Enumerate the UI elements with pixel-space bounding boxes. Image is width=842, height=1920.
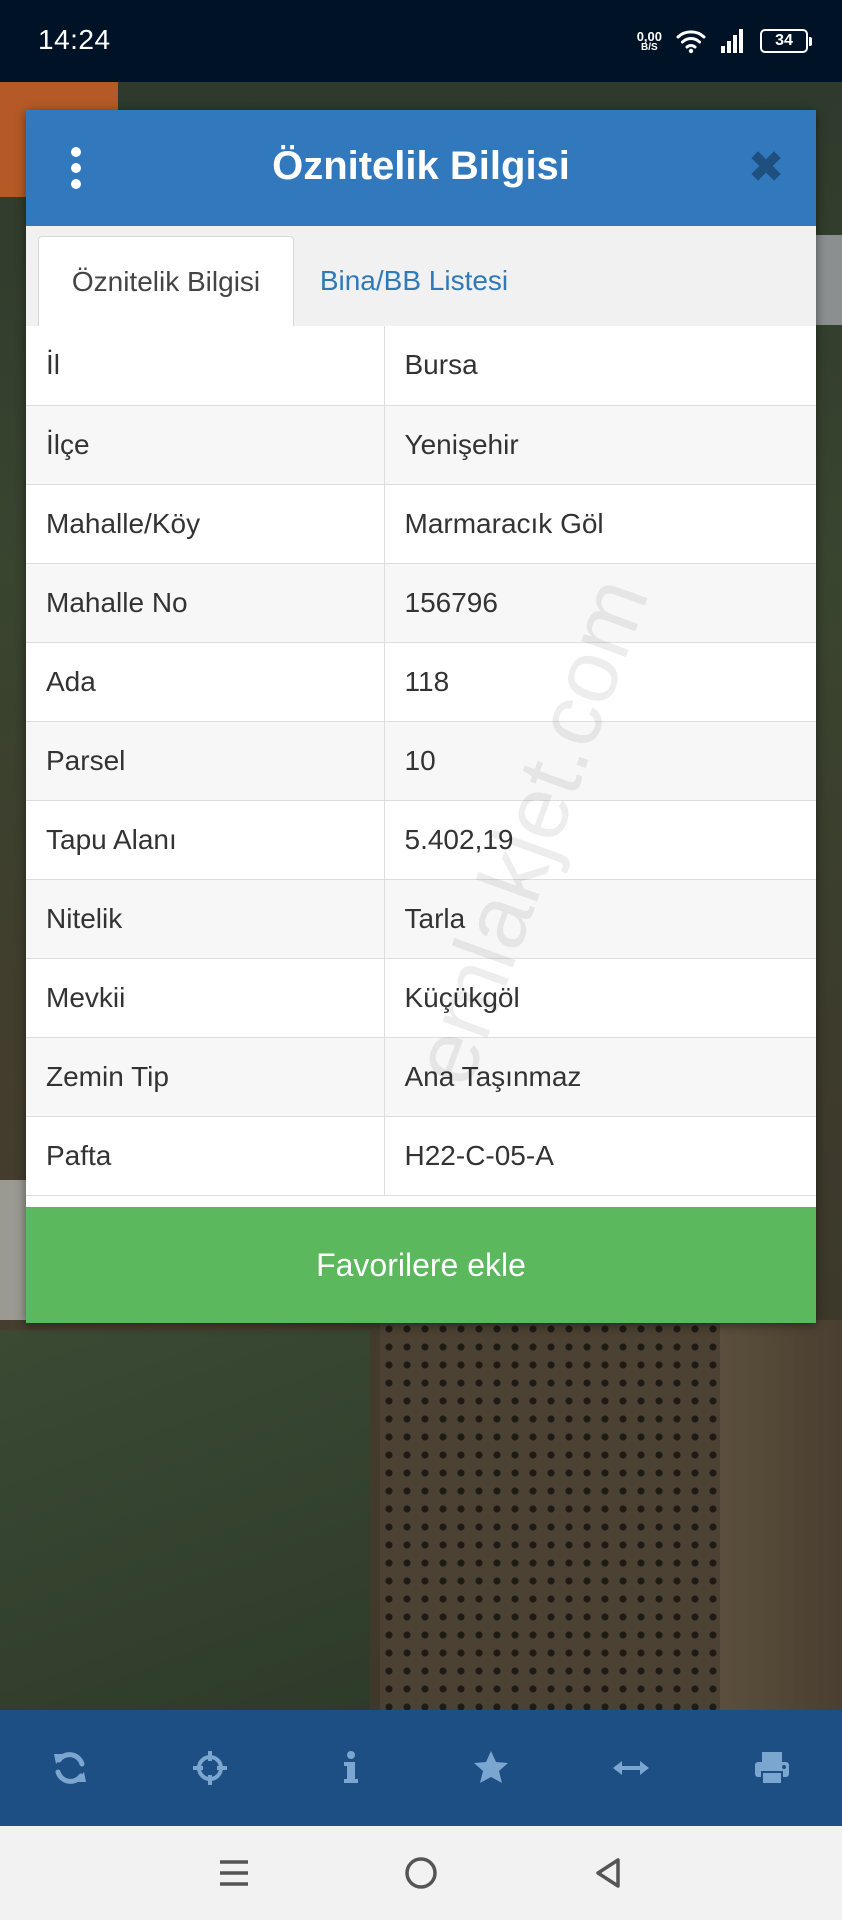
map-tile (0, 1330, 370, 1710)
table-row: İl Bursa (26, 326, 816, 406)
network-speed-unit: B/S (641, 41, 658, 53)
table-row: Parsel 10 (26, 721, 816, 801)
crosshair-icon[interactable] (180, 1738, 240, 1798)
attribute-value: 5.402,19 (384, 800, 816, 880)
signal-icon (721, 29, 743, 53)
attribute-table: İl Bursa İlçe Yenişehir Mahalle/Köy Marm… (26, 326, 816, 1196)
status-bar: 14:24 0,00 B/S 34 (0, 0, 842, 82)
info-icon[interactable] (321, 1738, 381, 1798)
attribute-dialog: Öznitelik Bilgisi ✖ Öznitelik Bilgisi Bi… (26, 110, 816, 1323)
network-speed: 0,00 B/S (637, 30, 662, 53)
status-icons: 0,00 B/S 34 (637, 24, 812, 58)
table-row: Mevkii Küçükgöl (26, 958, 816, 1038)
attribute-value: Ana Taşınmaz (384, 1037, 816, 1117)
attribute-value: 10 (384, 721, 816, 801)
map-toolbar (0, 1710, 842, 1826)
table-row: Tapu Alanı 5.402,19 (26, 800, 816, 880)
dialog-title: Öznitelik Bilgisi (272, 144, 570, 188)
attribute-value: Küçükgöl (384, 958, 816, 1038)
back-icon[interactable] (578, 1843, 638, 1903)
measure-icon[interactable] (601, 1738, 661, 1798)
add-to-favorites-button[interactable]: Favorilere ekle (26, 1207, 816, 1323)
tab-bar: Öznitelik Bilgisi Bina/BB Listesi (26, 226, 816, 336)
attribute-value: Marmaracık Göl (384, 484, 816, 564)
attribute-key: Parsel (26, 721, 385, 801)
system-navigation-bar (0, 1826, 842, 1920)
tab-building-list[interactable]: Bina/BB Listesi (294, 236, 534, 326)
star-icon[interactable] (461, 1738, 521, 1798)
attribute-key: Ada (26, 642, 385, 722)
map-tile (815, 235, 842, 325)
battery-icon: 34 (760, 29, 812, 53)
attribute-key: Tapu Alanı (26, 800, 385, 880)
table-row: Pafta H22-C-05-A (26, 1116, 816, 1196)
recent-apps-icon[interactable] (204, 1843, 264, 1903)
attribute-value: Bursa (384, 326, 816, 406)
map-tile (380, 1320, 720, 1710)
table-row: Zemin Tip Ana Taşınmaz (26, 1037, 816, 1117)
dialog-header: Öznitelik Bilgisi ✖ (26, 110, 816, 226)
attribute-key: Mahalle/Köy (26, 484, 385, 564)
attribute-key: Zemin Tip (26, 1037, 385, 1117)
table-row: Ada 118 (26, 642, 816, 722)
attribute-value: 118 (384, 642, 816, 722)
wifi-icon (676, 30, 706, 54)
print-icon[interactable] (742, 1738, 802, 1798)
home-icon[interactable] (391, 1843, 451, 1903)
status-time: 14:24 (38, 24, 111, 55)
attribute-key: Nitelik (26, 879, 385, 959)
table-row: İlçe Yenişehir (26, 405, 816, 485)
attribute-key: İlçe (26, 405, 385, 485)
attribute-key: Pafta (26, 1116, 385, 1196)
attribute-value: Yenişehir (384, 405, 816, 485)
attribute-key: Mahalle No (26, 563, 385, 643)
close-icon[interactable]: ✖ (746, 146, 786, 190)
map-tile (720, 1320, 842, 1710)
attribute-key: Mevkii (26, 958, 385, 1038)
attribute-value: 156796 (384, 563, 816, 643)
table-row: Mahalle/Köy Marmaracık Göl (26, 484, 816, 564)
network-speed-value: 0,00 (636, 28, 662, 44)
table-row: Nitelik Tarla (26, 879, 816, 959)
attribute-value: H22-C-05-A (384, 1116, 816, 1196)
refresh-icon[interactable] (40, 1738, 100, 1798)
tab-attribute-info[interactable]: Öznitelik Bilgisi (38, 236, 294, 327)
attribute-key: İl (26, 326, 385, 406)
attribute-value: Tarla (384, 879, 816, 959)
table-row: Mahalle No 156796 (26, 563, 816, 643)
battery-level: 34 (775, 32, 793, 49)
